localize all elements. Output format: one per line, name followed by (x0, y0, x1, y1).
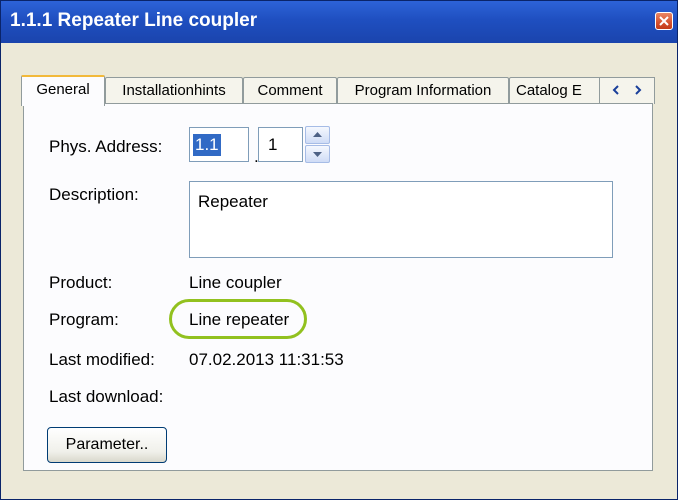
phys-address-label: Phys. Address: (49, 137, 163, 156)
product-label: Product: (49, 273, 113, 292)
tab-comment[interactable]: Comment (243, 77, 337, 104)
description-textarea[interactable]: Repeater (189, 181, 613, 258)
last-modified-value: 07.02.2013 11:31:53 (189, 350, 344, 369)
program-label: Program: (49, 310, 119, 329)
description-value: Repeater (198, 192, 268, 211)
tab-scroll-right-button[interactable] (630, 82, 646, 98)
phys-address-part1-input[interactable]: 1.1 (189, 127, 249, 162)
title-bar[interactable]: 1.1.1 Repeater Line coupler (1, 1, 677, 43)
phys-address-spinner (305, 126, 330, 163)
tab-general[interactable]: General (21, 75, 105, 106)
chevron-left-icon (612, 85, 619, 95)
last-modified-label: Last modified: (49, 350, 155, 369)
tab-installationhints[interactable]: Installationhints (105, 77, 243, 104)
tab-catalog[interactable]: Catalog E (509, 77, 601, 104)
phys-address-part2-value: 1 (268, 135, 278, 154)
spin-down-button[interactable] (305, 145, 330, 163)
general-tab-panel (23, 103, 653, 471)
close-button[interactable] (655, 12, 673, 30)
tab-strip: General Installationhints Comment Progra… (13, 65, 655, 106)
tab-scroll-left-button[interactable] (608, 82, 624, 98)
description-label: Description: (49, 185, 139, 204)
close-icon (659, 16, 669, 26)
phys-address-part2-input[interactable]: 1 (258, 127, 303, 162)
tab-scroll-buttons (599, 77, 655, 104)
spin-up-button[interactable] (305, 126, 330, 144)
chevron-right-icon (635, 85, 642, 95)
window-title: 1.1.1 Repeater Line coupler (10, 10, 258, 31)
properties-dialog: 1.1.1 Repeater Line coupler General Inst… (0, 0, 678, 500)
program-value: Line repeater (189, 310, 290, 329)
tab-program-information[interactable]: Program Information (337, 77, 509, 104)
last-download-label: Last download: (49, 387, 164, 406)
product-value: Line coupler (189, 273, 282, 292)
arrow-up-icon (313, 132, 322, 137)
arrow-down-icon (313, 152, 322, 157)
parameter-button[interactable]: Parameter.. (47, 427, 167, 463)
phys-address-part1-value: 1.1 (193, 134, 221, 156)
